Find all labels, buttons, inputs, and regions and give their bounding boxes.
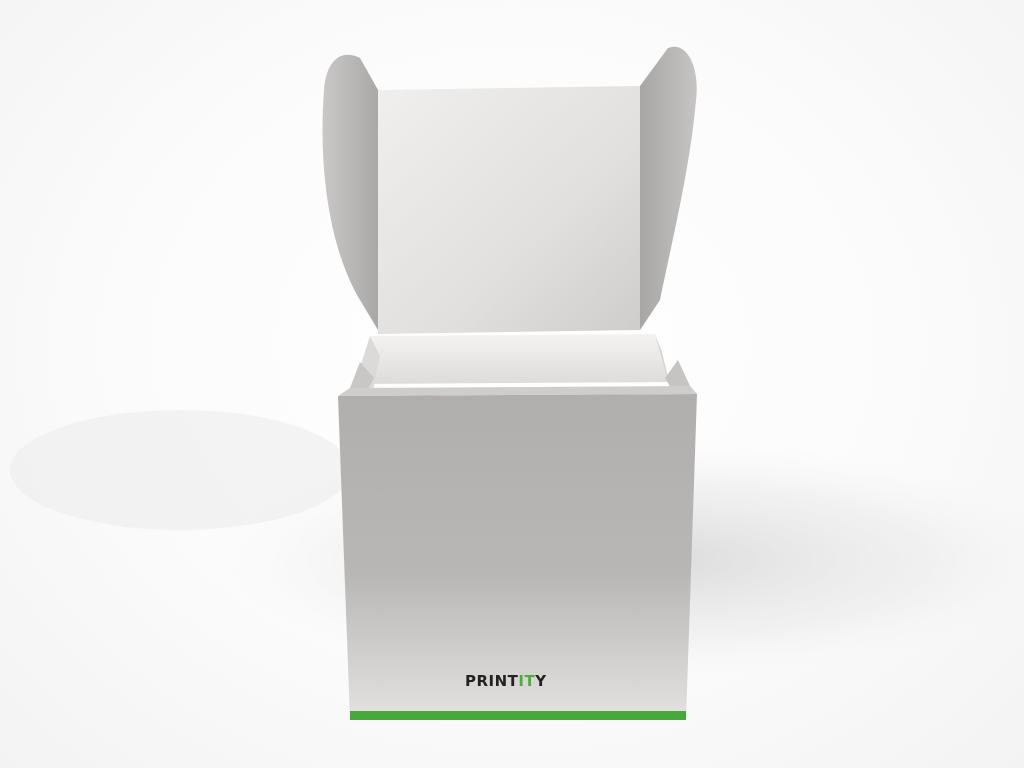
logo-text-it: IT xyxy=(518,672,536,690)
box-inner-wall xyxy=(355,334,668,384)
left-dust-flap xyxy=(322,54,378,330)
open-box-illustration xyxy=(10,46,1024,720)
ground-shadow-left xyxy=(10,410,350,530)
right-dust-flap xyxy=(640,46,697,331)
box-green-stripe xyxy=(350,711,686,720)
brand-logo: PRINTITY xyxy=(465,672,590,690)
open-lid-panel xyxy=(378,86,640,334)
logo-text-print: PRINT xyxy=(465,672,519,690)
product-render-scene: PRINTITY xyxy=(0,0,1024,768)
logo-text-y: Y xyxy=(535,672,547,690)
